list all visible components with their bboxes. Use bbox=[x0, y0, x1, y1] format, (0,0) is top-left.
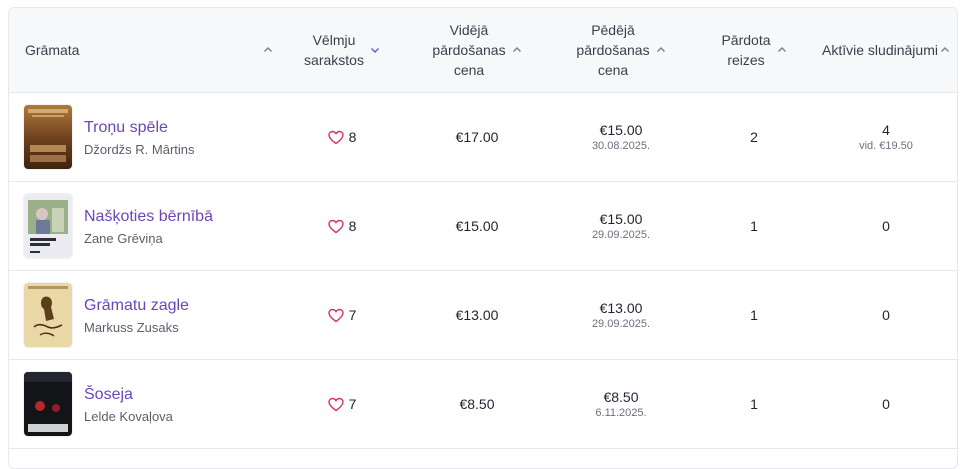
avg-price: €17.00 bbox=[455, 129, 499, 145]
header-wishlist-label: Vēlmju sarakstos bbox=[304, 30, 364, 70]
book-author: Lelde Kovaļova bbox=[84, 408, 173, 424]
header-sold-line2: reizes bbox=[727, 52, 765, 68]
header-book[interactable]: Grāmata bbox=[9, 8, 279, 92]
header-wishlist-line2: sarakstos bbox=[304, 52, 364, 68]
header-last-price[interactable]: Pēdējā pārdošanas cena bbox=[549, 8, 693, 92]
book-title-link[interactable]: Našķoties bērnībā bbox=[84, 207, 213, 227]
chevron-up-icon[interactable] bbox=[512, 45, 522, 55]
book-cell: Troņu spēle Džordžs R. Mārtins bbox=[9, 93, 279, 181]
last-price: €15.00 bbox=[599, 122, 643, 138]
header-avg-line3: cena bbox=[453, 62, 485, 78]
table-header: Grāmata Vēlmju sarakstos Vidējā pārdošan… bbox=[9, 8, 957, 93]
books-table: Grāmata Vēlmju sarakstos Vidējā pārdošan… bbox=[8, 7, 958, 469]
last-price-cell: €15.00 29.09.2025. bbox=[549, 182, 693, 270]
active-listings-cell: 4 vid. €19.50 bbox=[815, 93, 957, 181]
book-cell: Našķoties bērnībā Zane Grēviņa bbox=[9, 182, 279, 270]
book-cell: Grāmatu zagle Markuss Zusaks bbox=[9, 271, 279, 359]
chevron-up-icon[interactable] bbox=[777, 45, 787, 55]
wishlist-cell: 8 bbox=[279, 93, 405, 181]
wishlist-count: 7 bbox=[348, 396, 357, 412]
wishlist-cell: 8 bbox=[279, 182, 405, 270]
book-title-link[interactable]: Šoseja bbox=[84, 385, 173, 405]
header-sold[interactable]: Pārdota reizes bbox=[693, 8, 815, 92]
book-cover-image[interactable] bbox=[24, 283, 72, 347]
sold-count: 1 bbox=[750, 396, 758, 412]
table-row[interactable]: Troņu spēle Džordžs R. Mārtins 8 €17.00 … bbox=[9, 93, 957, 182]
active-listings-count: 4 bbox=[882, 122, 890, 138]
book-author: Markuss Zusaks bbox=[84, 319, 179, 335]
chevron-up-icon[interactable] bbox=[940, 45, 950, 55]
sold-count: 1 bbox=[750, 307, 758, 323]
avg-price: €8.50 bbox=[459, 396, 495, 412]
header-last-line2: pārdošanas bbox=[576, 42, 650, 58]
wishlist-cell: 7 bbox=[279, 271, 405, 359]
book-author: Džordžs R. Mārtins bbox=[84, 141, 195, 157]
wishlist-count: 8 bbox=[348, 218, 357, 234]
header-sold-label: Pārdota reizes bbox=[721, 30, 770, 70]
header-avg-line2: pārdošanas bbox=[432, 42, 506, 58]
active-listings-count: 0 bbox=[882, 396, 890, 412]
last-price: €15.00 bbox=[599, 211, 643, 227]
heart-icon[interactable] bbox=[327, 397, 344, 412]
chevron-up-icon[interactable] bbox=[263, 45, 273, 55]
last-price-cell: €15.00 30.08.2025. bbox=[549, 93, 693, 181]
header-active[interactable]: Aktīvie sludinājumi bbox=[815, 8, 957, 92]
book-author: Zane Grēviņa bbox=[84, 230, 163, 246]
last-price: €8.50 bbox=[603, 389, 639, 405]
header-active-label: Aktīvie sludinājumi bbox=[822, 42, 938, 58]
last-sale-date: 30.08.2025. bbox=[591, 140, 651, 152]
avg-price: €15.00 bbox=[455, 218, 499, 234]
book-cover-image[interactable] bbox=[24, 194, 72, 258]
book-cover-image[interactable] bbox=[24, 372, 72, 436]
sold-count: 1 bbox=[750, 218, 758, 234]
wishlist-count: 8 bbox=[348, 129, 357, 145]
heart-icon[interactable] bbox=[327, 219, 344, 234]
table-row[interactable]: Šoseja Lelde Kovaļova 7 €8.50 €8.50 6.11… bbox=[9, 360, 957, 449]
header-avg-price-label: Vidējā pārdošanas cena bbox=[432, 20, 505, 80]
book-cover-image[interactable] bbox=[24, 105, 72, 169]
chevron-up-icon[interactable] bbox=[656, 45, 666, 55]
active-listings-count: 0 bbox=[882, 307, 890, 323]
header-avg-line1: Vidējā bbox=[449, 22, 489, 38]
last-sale-date: 29.09.2025. bbox=[591, 318, 651, 330]
header-wishlist-line1: Vēlmju bbox=[312, 32, 356, 48]
last-price-cell: €8.50 6.11.2025. bbox=[549, 360, 693, 448]
header-last-line3: cena bbox=[597, 62, 629, 78]
wishlist-count: 7 bbox=[348, 307, 357, 323]
header-book-label: Grāmata bbox=[25, 42, 80, 58]
header-last-line1: Pēdējā bbox=[591, 22, 635, 38]
wishlist-cell: 7 bbox=[279, 360, 405, 448]
heart-icon[interactable] bbox=[327, 130, 344, 145]
table-row[interactable]: Grāmatu zagle Markuss Zusaks 7 €13.00 €1… bbox=[9, 271, 957, 360]
heart-icon[interactable] bbox=[327, 308, 344, 323]
last-sale-date: 29.09.2025. bbox=[591, 229, 651, 241]
table-row[interactable]: Našķoties bērnībā Zane Grēviņa 8 €15.00 … bbox=[9, 182, 957, 271]
last-price: €13.00 bbox=[599, 300, 643, 316]
header-last-price-label: Pēdējā pārdošanas cena bbox=[576, 20, 649, 80]
header-wishlist[interactable]: Vēlmju sarakstos bbox=[279, 8, 405, 92]
avg-price: €13.00 bbox=[455, 307, 499, 323]
book-title-link[interactable]: Troņu spēle bbox=[84, 118, 195, 138]
header-avg-price[interactable]: Vidējā pārdošanas cena bbox=[405, 8, 549, 92]
book-cell: Šoseja Lelde Kovaļova bbox=[9, 360, 279, 448]
last-price-cell: €13.00 29.09.2025. bbox=[549, 271, 693, 359]
header-sold-line1: Pārdota bbox=[721, 32, 771, 48]
active-listings-count: 0 bbox=[882, 218, 890, 234]
active-listings-avg: vid. €19.50 bbox=[859, 140, 913, 152]
last-sale-date: 6.11.2025. bbox=[595, 407, 647, 419]
sold-count: 2 bbox=[750, 129, 758, 145]
chevron-down-icon[interactable] bbox=[370, 45, 380, 55]
book-title-link[interactable]: Grāmatu zagle bbox=[84, 296, 189, 316]
